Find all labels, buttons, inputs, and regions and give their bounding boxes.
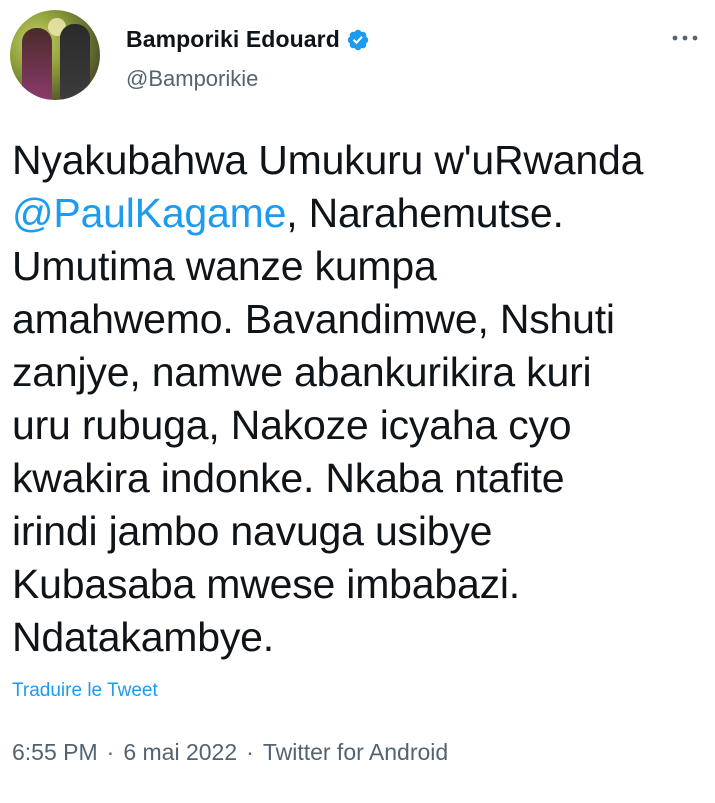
tweet-line: amahwemo. Bavandimwe, Nshuti bbox=[12, 296, 615, 342]
tweet-line: @PaulKagame, Narahemutse. bbox=[12, 187, 702, 240]
author-display-name[interactable]: Bamporiki Edouard bbox=[126, 26, 340, 53]
tweet-metadata: 6:55 PM · 6 mai 2022 · Twitter for Andro… bbox=[12, 739, 448, 766]
verified-badge-icon bbox=[346, 28, 370, 52]
tweet-date[interactable]: 6 mai 2022 bbox=[123, 739, 237, 766]
tweet-line: irindi jambo navuga usibye bbox=[12, 508, 493, 554]
translate-tweet-link[interactable]: Traduire le Tweet bbox=[12, 680, 158, 702]
avatar-person-right bbox=[60, 24, 90, 100]
mention-link[interactable]: @PaulKagame bbox=[12, 190, 286, 236]
tweet-line: Kubasaba mwese imbabazi. bbox=[12, 561, 520, 607]
tweet-line: Ndatakambye. bbox=[12, 614, 274, 660]
tweet-line: uru rubuga, Nakoze icyaha cyo bbox=[12, 402, 572, 448]
more-options-icon[interactable] bbox=[669, 28, 701, 48]
tweet-header: Bamporiki Edouard @Bamporikie bbox=[10, 10, 705, 100]
tweet-line: Nyakubahwa Umukuru w'uRwanda bbox=[12, 137, 644, 183]
tweet-line: Umutima wanze kumpa bbox=[12, 243, 437, 289]
tweet-text: Nyakubahwa Umukuru w'uRwanda @PaulKagame… bbox=[12, 134, 702, 664]
tweet-line-text: , Narahemutse. bbox=[286, 190, 564, 236]
tweet-line: kwakira indonke. Nkaba ntafite bbox=[12, 455, 565, 501]
tweet-line: zanjye, namwe abankurikira kuri bbox=[12, 349, 592, 395]
avatar-person-left bbox=[22, 28, 52, 100]
tweet-source[interactable]: Twitter for Android bbox=[263, 739, 448, 766]
avatar[interactable] bbox=[10, 10, 100, 100]
meta-separator: · bbox=[246, 739, 254, 765]
author-handle[interactable]: @Bamporikie bbox=[126, 66, 258, 92]
author-name-row[interactable]: Bamporiki Edouard bbox=[126, 26, 370, 53]
meta-separator: · bbox=[106, 739, 115, 765]
tweet-time[interactable]: 6:55 PM bbox=[12, 739, 98, 766]
